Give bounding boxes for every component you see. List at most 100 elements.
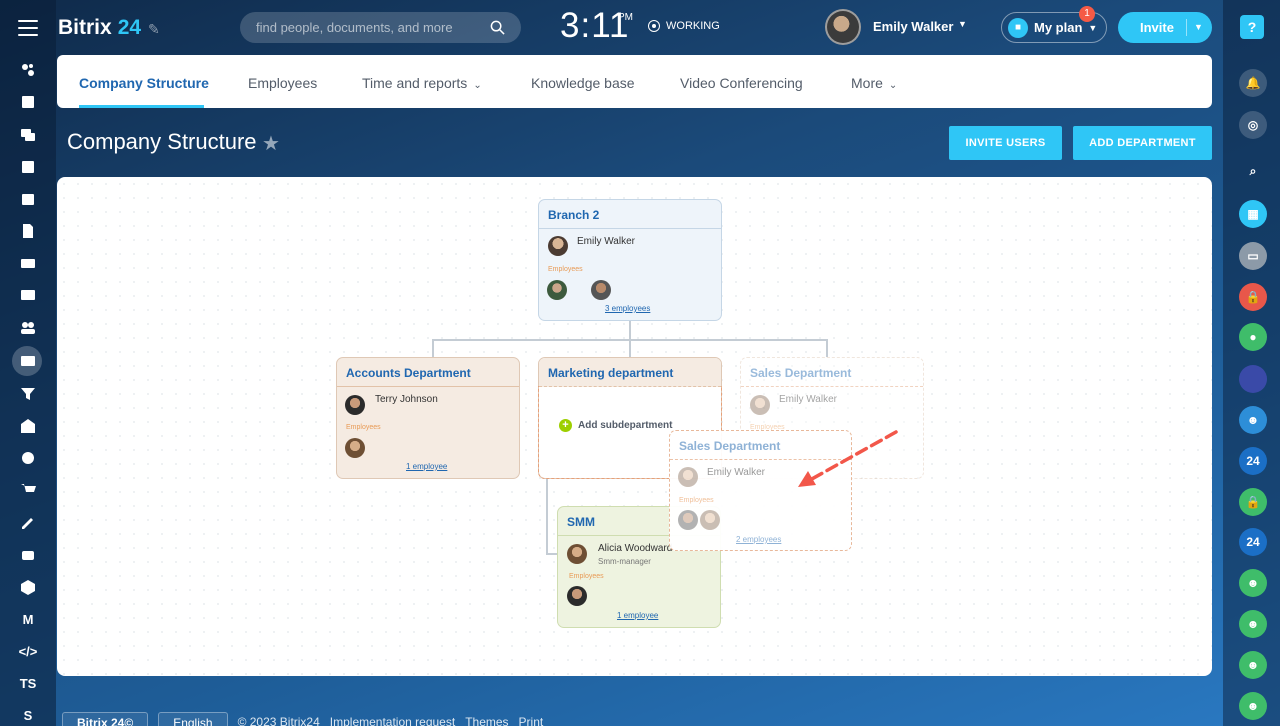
record-icon <box>648 20 660 32</box>
avatar[interactable] <box>547 280 567 300</box>
head-name[interactable]: Emily Walker <box>577 236 635 247</box>
invite-button[interactable]: Invite ▼ <box>1118 12 1212 43</box>
avatar[interactable] <box>591 280 611 300</box>
tab-company-structure[interactable]: Company Structure <box>79 75 209 91</box>
department-card-accounts[interactable]: Accounts Department <box>336 357 520 479</box>
tab-video-conferencing[interactable]: Video Conferencing <box>680 75 803 91</box>
head-name[interactable]: Emily Walker <box>707 467 765 478</box>
group-icon[interactable]: ☻ <box>1239 610 1267 638</box>
add-department-button[interactable]: ADD DEPARTMENT <box>1073 126 1212 160</box>
s-item[interactable]: S <box>16 703 40 726</box>
avatar[interactable] <box>678 510 698 530</box>
tasks-icon[interactable] <box>16 155 40 179</box>
tab-more[interactable]: More ⌄ <box>851 75 897 91</box>
briefcase-icon: ■ <box>1008 17 1028 38</box>
user-name[interactable]: Emily Walker <box>873 19 953 34</box>
m-icon[interactable]: M <box>16 607 40 631</box>
documents-icon[interactable] <box>16 219 40 243</box>
company-icon[interactable] <box>16 349 40 373</box>
department-name[interactable]: Branch 2 <box>539 200 721 229</box>
target-icon[interactable] <box>16 446 40 470</box>
avatar[interactable] <box>345 395 365 415</box>
menu-icon[interactable] <box>18 20 38 36</box>
work-status[interactable]: WORKING <box>648 20 720 32</box>
group-icon[interactable]: ☻ <box>1239 692 1267 720</box>
code-icon[interactable]: </> <box>16 639 40 663</box>
employees-count-link[interactable]: 1 employee <box>406 462 447 471</box>
contact-card-icon[interactable]: ▭ <box>1239 242 1267 270</box>
avatar[interactable] <box>750 395 770 415</box>
activity-stream-icon[interactable] <box>16 58 40 82</box>
chat-icon[interactable] <box>16 123 40 147</box>
tab-knowledge-base[interactable]: Knowledge base <box>531 75 635 91</box>
calendar-icon[interactable] <box>16 187 40 211</box>
plan-badge: 1 <box>1079 6 1095 22</box>
calendar-icon[interactable]: ▦ <box>1239 200 1267 228</box>
avatar[interactable] <box>825 9 861 45</box>
star-icon[interactable]: ★ <box>262 131 280 156</box>
connector-line <box>546 478 548 554</box>
page-title: Company Structure <box>67 129 257 154</box>
plus-icon: + <box>559 419 572 432</box>
groups-icon[interactable] <box>16 315 40 339</box>
footer-link-themes[interactable]: Themes <box>465 712 508 726</box>
footer-link-print[interactable]: Print <box>519 712 544 726</box>
tab-time-and-reports[interactable]: Time and reports ⌄ <box>362 75 482 91</box>
footer: Bitrix 24© English © 2023 Bitrix24 Imple… <box>62 712 543 726</box>
crm-icon[interactable] <box>16 414 40 438</box>
user-icon[interactable]: ● <box>1239 323 1267 351</box>
department-card-branch[interactable]: Branch 2 <box>538 199 722 321</box>
drag-arrow-icon <box>798 430 898 487</box>
connector-line <box>629 339 631 357</box>
tab-employees[interactable]: Employees <box>248 75 317 91</box>
employees-count-link[interactable]: 1 employee <box>617 611 658 620</box>
footer-logo[interactable]: Bitrix 24© <box>62 712 149 726</box>
add-subdepartment-button[interactable]: + Add subdepartment <box>559 419 672 432</box>
employees-count-link[interactable]: 3 employees <box>605 304 650 313</box>
filter-icon[interactable] <box>16 382 40 406</box>
department-name[interactable]: Marketing department <box>539 358 721 387</box>
group-icon[interactable]: ☻ <box>1239 651 1267 679</box>
group-icon[interactable]: ☻ <box>1239 569 1267 597</box>
employees-count-link[interactable]: 2 employees <box>736 535 781 544</box>
mail-icon[interactable] <box>16 283 40 307</box>
logo[interactable]: Bitrix 24 <box>58 16 141 40</box>
department-name[interactable]: Accounts Department <box>337 358 519 387</box>
department-name[interactable]: Sales Department <box>741 358 923 387</box>
language-select[interactable]: English <box>158 712 228 726</box>
group-chat-icon[interactable]: ☻ <box>1239 406 1267 434</box>
ts-item[interactable]: TS <box>16 671 40 695</box>
edit-logo-icon[interactable]: ✎ <box>148 21 160 38</box>
drive-icon[interactable] <box>16 251 40 275</box>
head-name[interactable]: Alicia Woodward <box>598 543 672 554</box>
search-input[interactable]: find people, documents, and more <box>240 12 521 43</box>
bell-icon[interactable]: 🔔 <box>1239 69 1267 97</box>
employees-label: Employees <box>548 266 583 273</box>
avatar[interactable] <box>567 586 587 606</box>
avatar[interactable] <box>345 438 365 458</box>
lock-icon[interactable]: 🔒 <box>1239 283 1267 311</box>
avatar[interactable] <box>567 544 587 564</box>
robot-icon[interactable] <box>16 542 40 566</box>
avatar[interactable] <box>548 236 568 256</box>
search-icon[interactable]: ⌕ <box>1239 157 1267 185</box>
box-icon[interactable] <box>16 575 40 599</box>
invite-users-button[interactable]: INVITE USERS <box>949 126 1062 160</box>
connector-line <box>629 320 631 340</box>
chevron-down-icon[interactable]: ▼ <box>958 19 967 29</box>
bitrix24-icon[interactable]: 24 <box>1239 528 1267 556</box>
sign-icon[interactable] <box>16 510 40 534</box>
news-icon[interactable] <box>16 90 40 114</box>
help-icon[interactable]: ? <box>1240 15 1264 39</box>
lock-icon[interactable]: 🔒 <box>1239 488 1267 516</box>
chat-icon[interactable]: ◎ <box>1239 111 1267 139</box>
bitrix24-icon[interactable]: 24 <box>1239 447 1267 475</box>
footer-link-implementation[interactable]: Implementation request <box>330 712 455 726</box>
avatar[interactable] <box>700 510 720 530</box>
head-name[interactable]: Terry Johnson <box>375 394 438 405</box>
avatar[interactable] <box>678 467 698 487</box>
chevron-down-icon[interactable]: ▼ <box>1194 22 1203 32</box>
cart-icon[interactable] <box>16 478 40 502</box>
avatar[interactable] <box>1239 365 1267 393</box>
head-name[interactable]: Emily Walker <box>779 394 837 405</box>
